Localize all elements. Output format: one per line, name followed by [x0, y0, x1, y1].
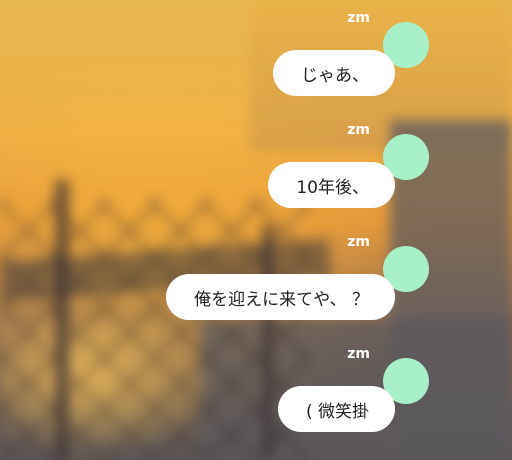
- chat-message: zm 俺を迎えに来てや、 ？: [0, 232, 512, 328]
- message-bubble[interactable]: じゃあ、: [273, 50, 395, 96]
- chat-message: zm ( 微笑掛: [0, 344, 512, 440]
- message-username: zm: [347, 10, 370, 26]
- message-bubble[interactable]: 10年後、: [268, 162, 395, 208]
- message-bubble[interactable]: 俺を迎えに来てや、 ？: [166, 274, 395, 320]
- message-username: zm: [347, 122, 370, 138]
- message-username: zm: [347, 346, 370, 362]
- chat-message: zm 10年後、: [0, 120, 512, 216]
- message-username: zm: [347, 234, 370, 250]
- chat-screen: zm じゃあ、 zm 10年後、 zm 俺を迎えに来てや、 ？ zm ( 微笑掛: [0, 0, 512, 460]
- chat-message: zm じゃあ、: [0, 8, 512, 104]
- message-bubble[interactable]: ( 微笑掛: [277, 386, 395, 432]
